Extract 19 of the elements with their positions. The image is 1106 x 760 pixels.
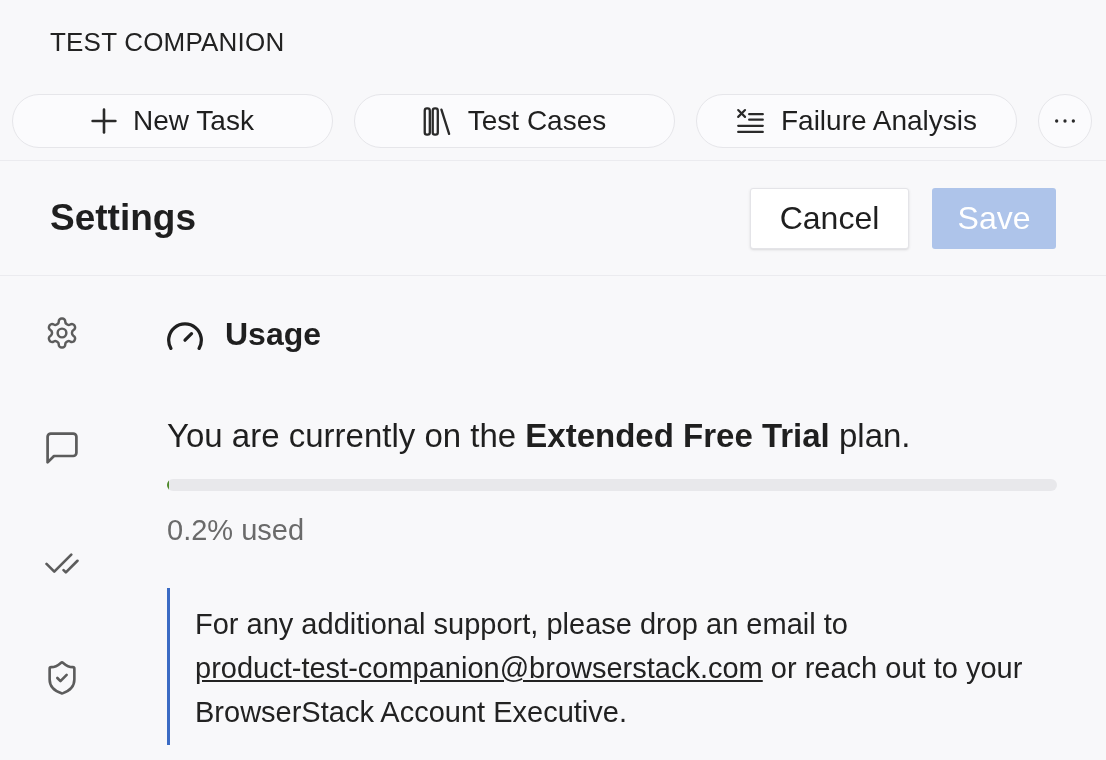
double-check-icon[interactable] — [45, 552, 79, 574]
usage-reading: 0.2% used — [167, 513, 306, 548]
chat-icon[interactable] — [46, 432, 78, 464]
plus-icon — [91, 108, 118, 134]
settings-title: Settings — [50, 196, 196, 240]
list-x-icon — [735, 108, 765, 134]
support-text: For any additional support, please drop an email to product-test-companion@browserstack.com or reach out to your BrowserStack Account Executive. — [195, 607, 1024, 730]
app-title: TEST COMPANION — [50, 27, 285, 57]
action-button[interactable]: New Task — [12, 94, 333, 148]
action-button[interactable]: Failure Analysis — [696, 94, 1017, 148]
books-icon — [422, 106, 452, 136]
shield-check-icon[interactable] — [48, 661, 76, 695]
cancel-button[interactable]: Cancel — [750, 187, 909, 249]
plan-text: You are currently on the Extended Free Trial plan. — [167, 416, 912, 456]
more-icon — [1055, 119, 1075, 123]
usage-title: Usage — [225, 316, 322, 352]
email-link[interactable]: product-test-companion@browserstack.com — [195, 652, 763, 684]
action-button[interactable]: Test Cases — [354, 94, 675, 148]
settings-icon[interactable] — [46, 317, 78, 349]
